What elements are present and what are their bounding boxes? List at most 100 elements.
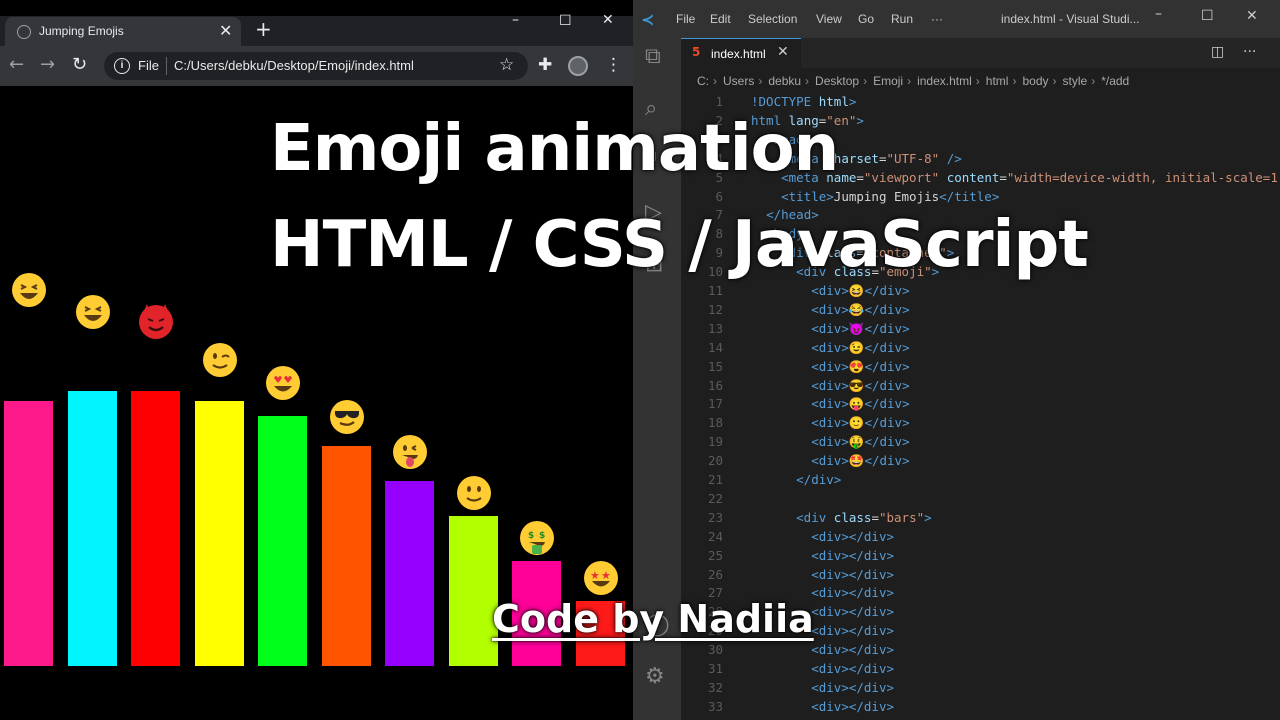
breadcrumb-item[interactable]: Desktop <box>815 74 859 88</box>
line-content: <div>🤑</div> <box>811 434 910 450</box>
code-line: 32 <div></div> <box>681 678 1280 697</box>
breadcrumb-chevron-icon: › <box>805 74 810 88</box>
info-icon[interactable]: i <box>114 58 130 74</box>
svg-text:$: $ <box>539 531 545 541</box>
menu-item-3[interactable]: Selection <box>748 12 797 26</box>
line-number: 12 <box>707 301 723 317</box>
code-line: 1 !DOCTYPE html> <box>681 92 1280 111</box>
menu-item-1[interactable]: File <box>676 12 695 26</box>
vs-close-icon[interactable]: ✕ <box>1246 8 1258 24</box>
line-content: <div></div> <box>811 528 895 544</box>
minimize-icon[interactable]: – <box>512 12 519 28</box>
line-number: 15 <box>707 358 723 374</box>
breadcrumb-chevron-icon: › <box>975 74 980 88</box>
html5-icon: 5 <box>692 45 701 59</box>
reload-icon[interactable]: ↻ <box>72 54 87 75</box>
heart-eyes-emoji <box>264 364 302 402</box>
line-number: 11 <box>707 283 723 298</box>
vs-minimize-icon[interactable]: – <box>1155 6 1162 22</box>
breadcrumb-item[interactable]: html <box>986 74 1009 88</box>
bar-1 <box>4 401 53 666</box>
line-content: <div></div> <box>811 661 895 676</box>
bar-5 <box>258 416 307 666</box>
code-line: 11 <div>😆</div> <box>681 281 1280 300</box>
line-number: 23 <box>707 509 723 525</box>
menu-dots-icon[interactable]: ⋮ <box>605 55 622 75</box>
bookmark-star-icon[interactable]: ☆ <box>499 55 514 75</box>
address-bar[interactable]: i File C:/Users/debku/Desktop/Emoji/inde… <box>104 52 528 80</box>
window-close-icon[interactable]: ✕ <box>602 12 614 28</box>
code-line: 13 <div>😈</div> <box>681 319 1280 338</box>
tongue-emoji <box>391 433 429 471</box>
menu-item-6[interactable]: Run <box>891 12 913 26</box>
code-line: 18 <div>🙂</div> <box>681 413 1280 432</box>
breadcrumb-item[interactable]: style <box>1063 74 1088 88</box>
profile-avatar[interactable] <box>568 56 588 76</box>
line-number: 33 <box>707 698 723 714</box>
joy-emoji <box>74 293 112 331</box>
split-editor-icon[interactable]: ◫ <box>1211 44 1224 60</box>
extensions-icon[interactable]: ✚ <box>538 55 552 75</box>
line-number: 13 <box>707 320 723 336</box>
vs-maximize-icon[interactable]: ☐ <box>1201 8 1214 24</box>
grinning-squint-emoji <box>10 271 48 309</box>
star-struck-emoji: ★ ★ <box>582 559 620 597</box>
forward-icon[interactable]: → <box>40 54 55 75</box>
new-tab-button[interactable]: + <box>255 17 272 41</box>
url-text[interactable]: C:/Users/debku/Desktop/Emoji/index.html <box>174 58 414 73</box>
breadcrumb-item[interactable]: debku <box>768 74 801 88</box>
line-content: !DOCTYPE html> <box>751 94 857 109</box>
menu-item-5[interactable]: Go <box>858 12 874 26</box>
maximize-icon[interactable]: ☐ <box>559 13 572 29</box>
close-tab-icon[interactable]: ✕ <box>219 21 232 40</box>
smiling-devil-emoji <box>137 303 175 341</box>
breadcrumb-item[interactable]: C: <box>697 74 709 88</box>
code-line: 25 <div></div> <box>681 546 1280 565</box>
address-divider <box>166 57 167 75</box>
more-actions-icon[interactable]: ··· <box>1243 44 1256 60</box>
line-content: <div>😍</div> <box>811 358 910 374</box>
code-line: 21 </div> <box>681 470 1280 489</box>
line-number: 30 <box>707 642 723 658</box>
line-content: </div> <box>796 472 842 487</box>
menu-item-4[interactable]: View <box>816 12 842 26</box>
code-line: 16 <div>😎</div> <box>681 376 1280 395</box>
vscode-titlebar: ≺ index.html - Visual Studi... – ☐ ✕ Fil… <box>633 0 1280 38</box>
breadcrumb-chevron-icon: › <box>758 74 763 88</box>
breadcrumb-item[interactable]: Emoji <box>873 74 903 88</box>
bar-6 <box>321 446 371 666</box>
browser-tabstrip: Jumping Emojis ✕ + – ☐ ✕ <box>0 12 633 46</box>
overlay-title-line2: HTML / CSS / JavaScript <box>270 208 1089 282</box>
close-editor-icon[interactable]: ✕ <box>777 44 789 60</box>
breadcrumb-chevron-icon: › <box>907 74 912 88</box>
line-number: 19 <box>707 434 723 450</box>
url-scheme: File <box>138 58 159 73</box>
bar-2 <box>67 391 117 666</box>
code-line: 22 <box>681 489 1280 508</box>
line-number: 16 <box>707 377 723 393</box>
code-line: 30 <div></div> <box>681 640 1280 659</box>
back-icon[interactable]: ← <box>9 54 24 75</box>
browser-tab[interactable]: Jumping Emojis ✕ <box>5 17 241 46</box>
breadcrumb-item[interactable]: body <box>1022 74 1048 88</box>
code-line: 14 <div>😉</div> <box>681 338 1280 357</box>
settings-gear-icon[interactable]: ⚙ <box>645 664 665 689</box>
line-number: 24 <box>707 528 723 544</box>
breadcrumb-item[interactable]: index.html <box>917 74 972 88</box>
line-content: <div></div> <box>811 698 895 714</box>
window-title: index.html - Visual Studi... <box>1001 12 1140 26</box>
globe-icon <box>17 25 31 39</box>
editor-tab-index-html[interactable]: 5 index.html ✕ <box>681 38 801 68</box>
overlay-title-line1: Emoji animation <box>270 112 839 186</box>
explorer-icon[interactable]: ⧉ <box>645 44 661 69</box>
line-number: 14 <box>707 339 723 355</box>
line-number: 25 <box>707 547 723 563</box>
breadcrumb-chevron-icon: › <box>863 74 868 88</box>
menu-item-7[interactable]: ··· <box>931 12 943 26</box>
menu-item-2[interactable]: Edit <box>710 12 731 26</box>
breadcrumb-item[interactable]: */add <box>1101 74 1129 88</box>
breadcrumb-chevron-icon: › <box>1052 74 1057 88</box>
svg-text:★: ★ <box>601 569 611 582</box>
bar-7 <box>385 481 434 666</box>
breadcrumb-item[interactable]: Users <box>723 74 754 88</box>
